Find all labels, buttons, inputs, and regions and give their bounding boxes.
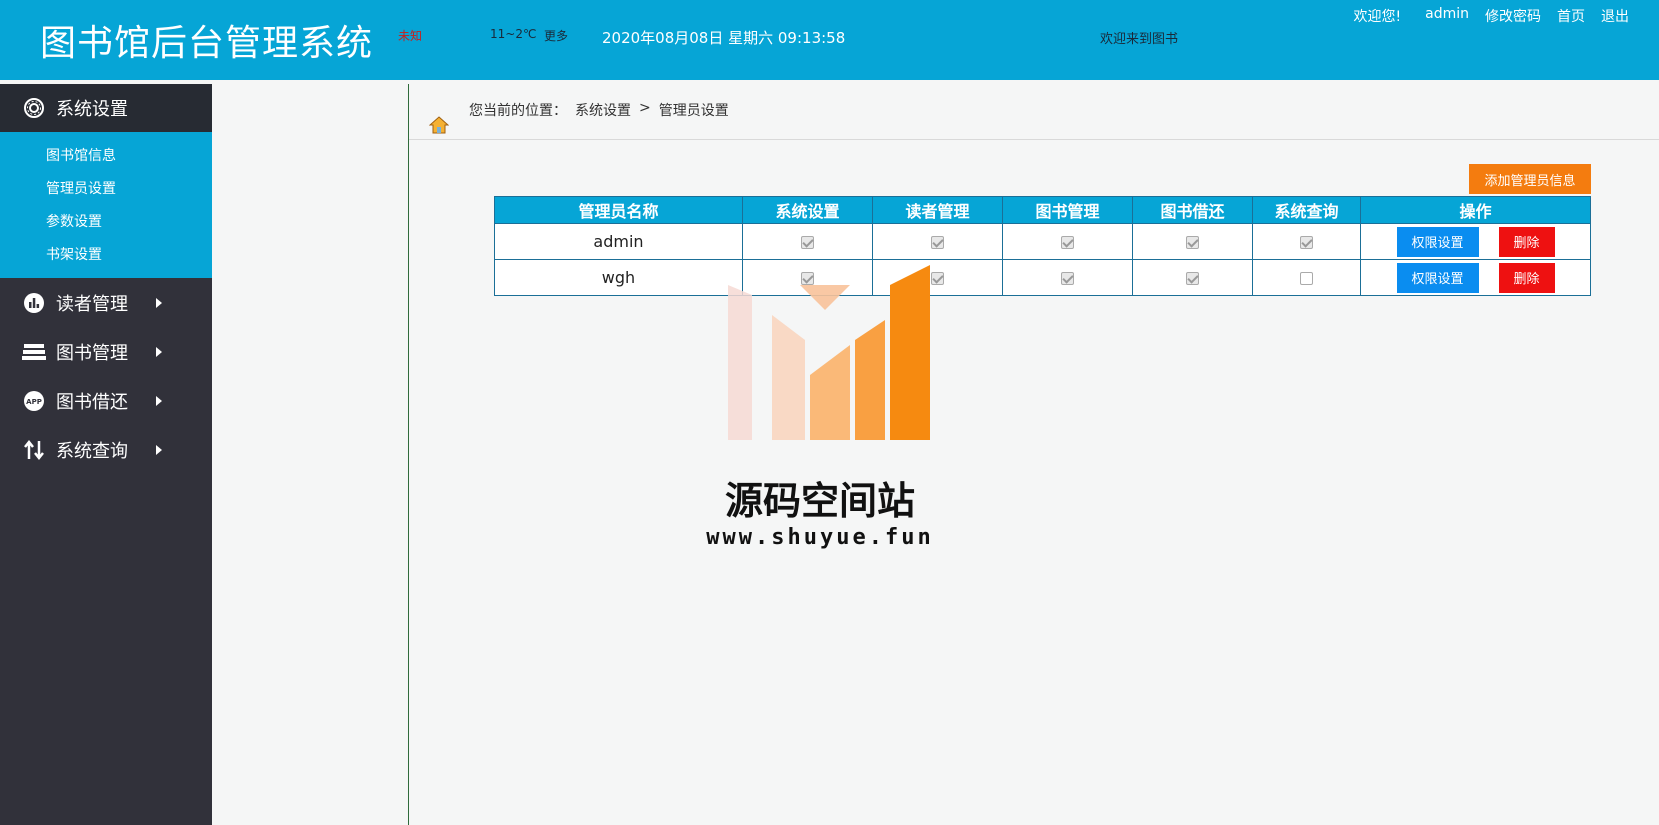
- welcome-marquee: 欢迎来到图书: [1100, 32, 1179, 47]
- top-header: 图书馆后台管理系统 未知 11~2℃ 更多 2020年08月08日 星期六 09…: [0, 0, 1659, 80]
- sidebar-group-book-management[interactable]: 图书管理: [0, 327, 212, 376]
- permission-checkbox[interactable]: [1061, 236, 1074, 249]
- sidebar-group-system-settings[interactable]: 系统设置: [0, 84, 212, 132]
- permission-checkbox[interactable]: [1061, 272, 1074, 285]
- add-admin-button[interactable]: 添加管理员信息: [1469, 164, 1591, 194]
- sidebar-group-label: 图书管理: [56, 342, 128, 364]
- change-password-link[interactable]: 修改密码: [1485, 6, 1541, 26]
- weather-temperature: 11~2℃: [490, 27, 537, 41]
- current-user: admin: [1425, 6, 1469, 22]
- system-settings-submenu: 图书馆信息 管理员设置 参数设置 书架设置: [0, 132, 212, 278]
- table-header-row: 管理员名称 系统设置 读者管理 图书管理 图书借还 系统查询 操作: [494, 196, 1591, 224]
- watermark-url: www.shuyue.fun: [706, 525, 934, 550]
- welcome-text: 欢迎您!: [1353, 9, 1402, 25]
- gear-icon: [22, 96, 46, 120]
- sidebar-group-book-lending[interactable]: APP 图书借还: [0, 376, 212, 425]
- current-datetime: 2020年08月08日 星期六 09:13:58: [602, 29, 846, 47]
- permission-settings-button[interactable]: 权限设置: [1396, 226, 1479, 257]
- sidebar-item-library-info[interactable]: 图书馆信息: [0, 140, 212, 173]
- weather-more-link[interactable]: 更多: [544, 27, 568, 44]
- column-header-book-lending: 图书借还: [1132, 196, 1253, 224]
- breadcrumb-prefix: 您当前的位置：: [469, 103, 567, 119]
- table-row: wgh 权限设置 删除: [494, 259, 1591, 296]
- column-header-book-management: 图书管理: [1002, 196, 1133, 224]
- books-icon: [22, 340, 46, 364]
- table-row: admin 权限设置 删除: [494, 223, 1591, 260]
- sidebar-item-bookshelf-settings[interactable]: 书架设置: [0, 239, 212, 272]
- column-header-reader-management: 读者管理: [872, 196, 1003, 224]
- caret-right-icon: [156, 395, 162, 406]
- caret-right-icon: [156, 346, 162, 357]
- watermark: 源码空间站 www.shuyue.fun: [700, 265, 940, 555]
- transfer-icon: [22, 438, 46, 462]
- breadcrumb-level2: 管理员设置: [658, 103, 729, 119]
- permission-checkbox[interactable]: [931, 236, 944, 249]
- svg-text:APP: APP: [26, 398, 42, 406]
- sidebar-group-label: 图书借还: [56, 391, 128, 413]
- column-header-admin-name: 管理员名称: [494, 196, 743, 224]
- app-title: 图书馆后台管理系统: [40, 23, 374, 64]
- sidebar-group-label: 系统查询: [56, 440, 128, 462]
- home-icon: [428, 116, 450, 138]
- caret-right-icon: [156, 444, 162, 455]
- breadcrumb-separator: >: [639, 100, 651, 116]
- watermark-text: 源码空间站: [724, 479, 915, 523]
- breadcrumb: 您当前的位置： 系统设置 > 管理员设置: [428, 100, 729, 134]
- column-header-system-query: 系统查询: [1252, 196, 1361, 224]
- logout-link[interactable]: 退出: [1601, 6, 1629, 26]
- column-header-system-settings: 系统设置: [742, 196, 873, 224]
- admin-table: 管理员名称 系统设置 读者管理 图书管理 图书借还 系统查询 操作 admin …: [494, 196, 1591, 296]
- top-links: 欢迎您! admin 修改密码 首页 退出: [1354, 6, 1630, 26]
- home-link[interactable]: 首页: [1557, 6, 1585, 26]
- watermark-logo-icon: [728, 265, 930, 440]
- weather-status: 未知: [398, 29, 423, 43]
- permission-checkbox[interactable]: [1186, 236, 1199, 249]
- sidebar-item-parameter-settings[interactable]: 参数设置: [0, 206, 212, 239]
- permission-checkbox[interactable]: [1300, 236, 1313, 249]
- main-content: 您当前的位置： 系统设置 > 管理员设置 添加管理员信息 管理员名称 系统设置 …: [408, 84, 1659, 825]
- sidebar-group-reader-management[interactable]: 读者管理: [0, 278, 212, 327]
- delete-button[interactable]: 删除: [1498, 262, 1555, 293]
- delete-button[interactable]: 删除: [1498, 226, 1555, 257]
- sidebar-group-system-query[interactable]: 系统查询: [0, 425, 212, 474]
- breadcrumb-text: 您当前的位置： 系统设置 > 管理员设置: [469, 100, 729, 120]
- column-header-actions: 操作: [1360, 196, 1591, 224]
- permission-checkbox[interactable]: [1186, 272, 1199, 285]
- permission-checkbox[interactable]: [1300, 272, 1313, 285]
- permission-checkbox[interactable]: [801, 236, 814, 249]
- app-icon: APP: [22, 389, 46, 413]
- sidebar-group-label: 系统设置: [56, 99, 128, 120]
- breadcrumb-divider: [409, 139, 1659, 140]
- admin-name-cell: admin: [494, 223, 743, 260]
- sidebar-group-label: 读者管理: [56, 293, 128, 315]
- permission-settings-button[interactable]: 权限设置: [1396, 262, 1479, 293]
- sidebar-item-admin-settings[interactable]: 管理员设置: [0, 173, 212, 206]
- caret-right-icon: [156, 297, 162, 308]
- breadcrumb-level1[interactable]: 系统设置: [575, 100, 631, 120]
- bar-chart-icon: [22, 291, 46, 315]
- sidebar: 系统设置 图书馆信息 管理员设置 参数设置 书架设置 读者管理 图书管理 APP…: [0, 84, 212, 825]
